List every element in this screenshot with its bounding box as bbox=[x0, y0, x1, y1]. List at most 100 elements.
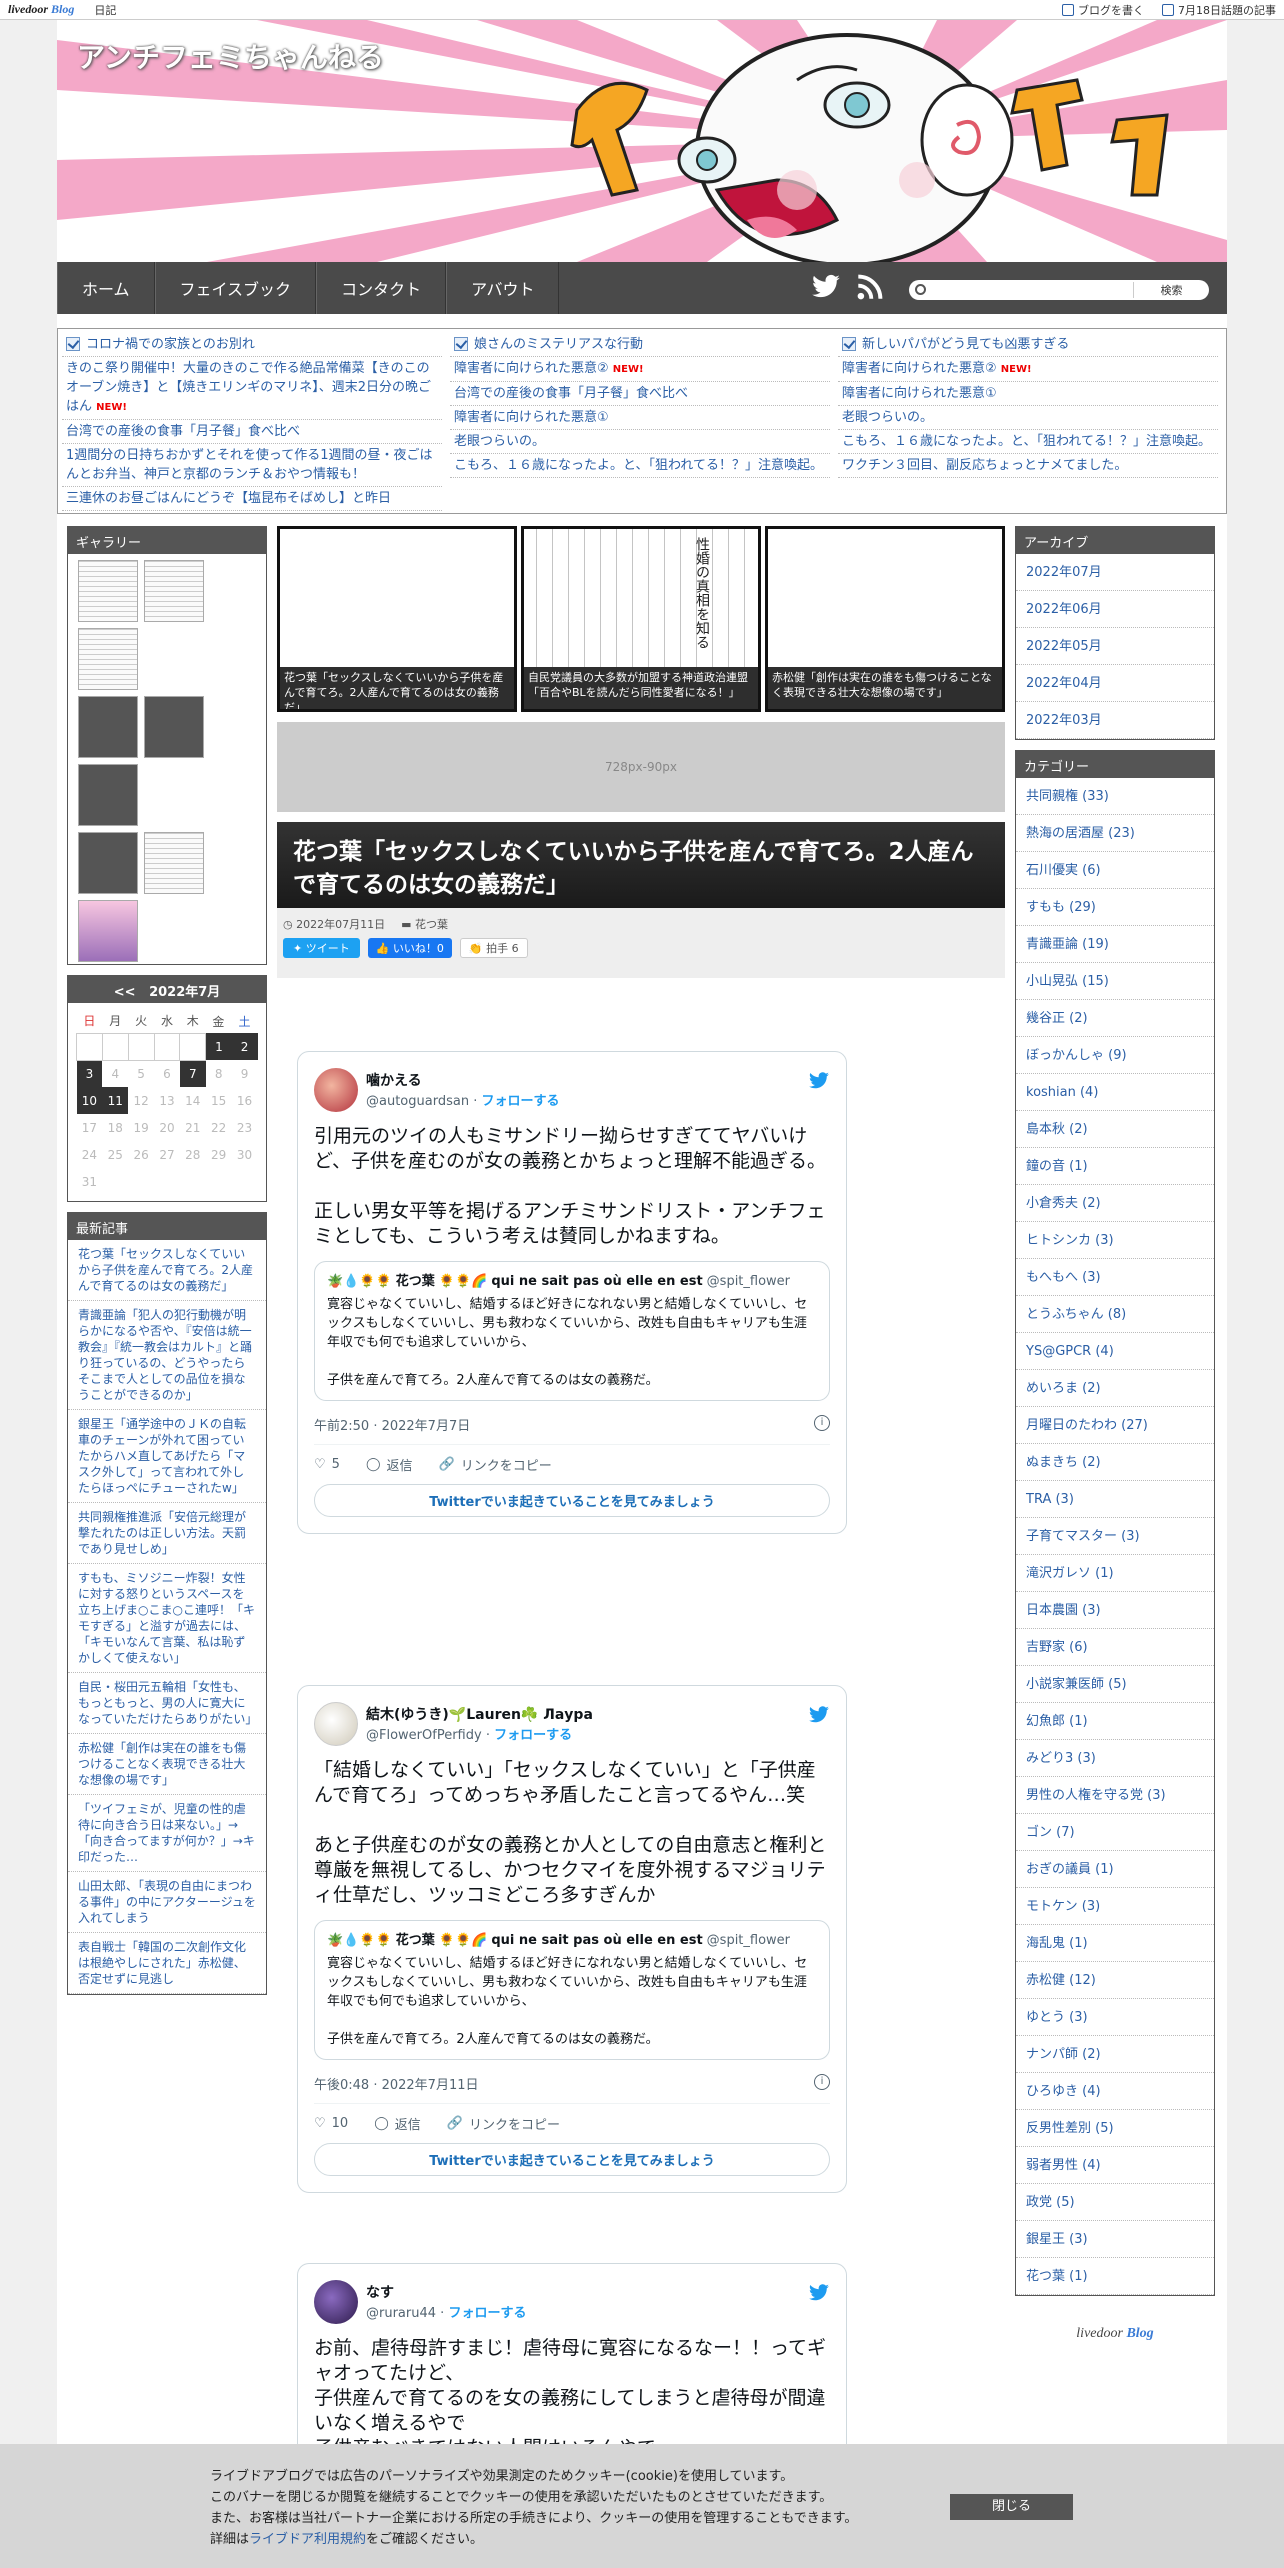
ticker-item[interactable]: 台湾での産後の食事「月子餐」食べ比べ bbox=[450, 382, 830, 406]
category-link[interactable]: 花つ葉 (1) bbox=[1016, 2258, 1214, 2295]
cookie-close-button[interactable]: 閉じる bbox=[950, 2494, 1073, 2520]
ticker-item[interactable]: 老眼つらいの。 bbox=[450, 430, 830, 454]
quoted-tweet[interactable]: 🪴💧🌻🌻 花つ葉 🌻🌻🌈 qui ne sait pas où elle en … bbox=[314, 1920, 830, 2060]
category-link[interactable]: 幾谷正 (2) bbox=[1016, 1000, 1214, 1037]
category-link[interactable]: TRA (3) bbox=[1016, 1481, 1214, 1518]
category-link[interactable]: モトケン (3) bbox=[1016, 1888, 1214, 1925]
calendar-day[interactable]: 7 bbox=[179, 1060, 206, 1087]
follow-button[interactable]: フォローする bbox=[481, 1094, 559, 1109]
category-link[interactable]: 弱者男性 (4) bbox=[1016, 2147, 1214, 2184]
category-link[interactable]: とうふちゃん (8) bbox=[1016, 1296, 1214, 1333]
calendar-day[interactable]: 3 bbox=[76, 1060, 103, 1087]
twitter-bird-icon[interactable] bbox=[808, 1706, 830, 1724]
tweet-button[interactable]: ✦ ツイート bbox=[283, 938, 360, 958]
category-link[interactable]: 政党 (5) bbox=[1016, 2184, 1214, 2221]
gallery-thumb[interactable] bbox=[144, 832, 204, 894]
rss-icon[interactable] bbox=[857, 274, 883, 300]
category-link[interactable]: 島本秋 (2) bbox=[1016, 1111, 1214, 1148]
category-link[interactable]: 銀星王 (3) bbox=[1016, 2221, 1214, 2258]
category-link[interactable]: 幻魚郎 (1) bbox=[1016, 1703, 1214, 1740]
archive-link[interactable]: 2022年03月 bbox=[1016, 702, 1214, 739]
topics-link[interactable]: 7月18日話題の記事 bbox=[1162, 2, 1276, 18]
ticker-item[interactable]: コロナ禍での家族とのお別れ bbox=[62, 333, 442, 357]
write-blog-link[interactable]: ブログを書く bbox=[1062, 2, 1144, 18]
nav-home[interactable]: ホーム bbox=[57, 262, 155, 314]
gallery-thumb[interactable] bbox=[78, 560, 138, 622]
ticker-item[interactable]: こもろ、１６歳になったよ。と、「狙われてる！？」注意喚起。 bbox=[838, 430, 1218, 454]
category-link[interactable]: もへもへ (3) bbox=[1016, 1259, 1214, 1296]
ticker-item[interactable]: こもろ、１６歳になったよ。と、「狙われてる！？」注意喚起。 bbox=[450, 454, 830, 478]
twitter-cta-button[interactable]: Twitterでいま起きていることを見てみましょう bbox=[314, 2143, 830, 2176]
category-link[interactable]: ゆとう (3) bbox=[1016, 1999, 1214, 2036]
recent-post-link[interactable]: 自民・桜田元五輪相「女性も、もっともっと、男の人に寛大になっていただけたらありが… bbox=[68, 1673, 266, 1734]
recent-post-link[interactable]: 青識亜論「犯人の犯行動機が明らかになるや否や、『安倍は統一教会』『統一教会はカル… bbox=[68, 1301, 266, 1410]
category-link[interactable]: 共同親権 (33) bbox=[1016, 778, 1214, 815]
ticker-item[interactable]: 台湾での産後の食事「月子餐」食べ比べ bbox=[62, 420, 442, 444]
archive-link[interactable]: 2022年07月 bbox=[1016, 554, 1214, 591]
category-link[interactable]: 熱海の居酒屋 (23) bbox=[1016, 815, 1214, 852]
category-link[interactable]: ゴン (7) bbox=[1016, 1814, 1214, 1851]
gallery-thumb[interactable] bbox=[78, 900, 138, 962]
tweet-author-handle[interactable]: @autoguardsan bbox=[366, 1094, 469, 1109]
reply-action[interactable]: ◯ 返信 bbox=[374, 2114, 421, 2133]
category-link[interactable]: 小山晃弘 (15) bbox=[1016, 963, 1214, 1000]
ticker-item[interactable]: 障害者に向けられた悪意② NEW! bbox=[450, 357, 830, 382]
category-link[interactable]: めいろま (2) bbox=[1016, 1370, 1214, 1407]
recent-post-link[interactable]: 表自戦士「韓国の二次創作文化は根絶やしにされた」赤松健、否定せずに見逃し bbox=[68, 1933, 266, 1994]
recent-post-link[interactable]: すもも、ミソジニー炸裂！女性に対する怒りというスペースを立ち上げま○こま○こ連呼… bbox=[68, 1564, 266, 1673]
tweet-author-name[interactable]: 噛かえる bbox=[366, 1072, 559, 1090]
gallery-thumb[interactable] bbox=[78, 696, 138, 758]
recent-post-link[interactable]: 共同親権推進派「安倍元総理が撃たれたのは正しい方法。天罰であり見せしめ」 bbox=[68, 1503, 266, 1564]
calendar-day[interactable]: 2 bbox=[231, 1033, 258, 1060]
gallery-thumb[interactable] bbox=[78, 628, 138, 690]
twitter-cta-button[interactable]: Twitterでいま起きていることを見てみましょう bbox=[314, 1484, 830, 1517]
featured-slide[interactable]: 赤松健「創作は実在の誰をも傷つけることなく表現できる壮大な想像の場です」 bbox=[765, 526, 1005, 712]
nav-facebook[interactable]: フェイスブック bbox=[154, 262, 317, 314]
category-link[interactable]: ぼっかんしゃ (9) bbox=[1016, 1037, 1214, 1074]
reply-action[interactable]: ◯ 返信 bbox=[366, 1455, 413, 1474]
nav-contact[interactable]: コンタクト bbox=[316, 262, 447, 314]
category-link[interactable]: koshian (4) bbox=[1016, 1074, 1214, 1111]
recent-post-link[interactable]: 「ツイフェミが、児童の性的虐待に向き合う日は来ない。」→「向き合ってますが何か？… bbox=[68, 1795, 266, 1872]
category-link[interactable]: 日本農園 (3) bbox=[1016, 1592, 1214, 1629]
archive-link[interactable]: 2022年04月 bbox=[1016, 665, 1214, 702]
category-link[interactable]: すもも (29) bbox=[1016, 889, 1214, 926]
tweet-author-handle[interactable]: @ruraru44 bbox=[366, 2306, 436, 2321]
tweet-author-handle[interactable]: @FlowerOfPerfidy bbox=[366, 1728, 482, 1743]
ticker-item[interactable]: 障害者に向けられた悪意② NEW! bbox=[838, 357, 1218, 382]
category-link[interactable]: 小倉秀夫 (2) bbox=[1016, 1185, 1214, 1222]
calendar-day[interactable]: 11 bbox=[102, 1087, 129, 1114]
avatar[interactable] bbox=[314, 1702, 358, 1746]
ticker-item[interactable]: 娘さんのミステリアスな行動 bbox=[450, 333, 830, 357]
avatar[interactable] bbox=[314, 1068, 358, 1112]
livedoor-blog-logo[interactable]: livedoor Blog bbox=[1015, 2326, 1215, 2342]
category-link[interactable]: 赤松健 (12) bbox=[1016, 1962, 1214, 1999]
featured-slide[interactable]: 性婚の真相を知る 自民党議員の大多数が加盟する神道政治連盟「百合やBLを読んだら… bbox=[521, 526, 761, 712]
tweet-timestamp[interactable]: 午前2:50 · 2022年7月7日 bbox=[314, 1419, 470, 1434]
twitter-icon[interactable] bbox=[811, 274, 841, 300]
category-link[interactable]: 月曜日のたわわ (27) bbox=[1016, 1407, 1214, 1444]
calendar-day[interactable]: 10 bbox=[76, 1087, 103, 1114]
info-icon[interactable]: i bbox=[814, 2074, 830, 2090]
tweet-timestamp[interactable]: 午後0:48 · 2022年7月11日 bbox=[314, 2078, 479, 2093]
tweet-author-name[interactable]: 結木(ゆうき)🌱Lauren☘️ Лаура bbox=[366, 1706, 593, 1724]
tweet-author-name[interactable]: なす bbox=[366, 2284, 526, 2302]
gallery-thumb[interactable] bbox=[78, 764, 138, 826]
category-link[interactable]: 反男性差別 (5) bbox=[1016, 2110, 1214, 2147]
recent-post-link[interactable]: 銀星王「通学途中のＪＫの自転車のチェーンが外れて困っていたからハメ直してあげたら… bbox=[68, 1410, 266, 1503]
ticker-item[interactable]: 老眼つらいの。 bbox=[838, 406, 1218, 430]
clap-button[interactable]: 👏 拍手 6 bbox=[459, 938, 528, 958]
category-link[interactable]: 鐘の音 (1) bbox=[1016, 1148, 1214, 1185]
ad-placeholder[interactable]: 728px-90px bbox=[277, 722, 1005, 812]
follow-button[interactable]: フォローする bbox=[494, 1728, 572, 1743]
archive-link[interactable]: 2022年06月 bbox=[1016, 591, 1214, 628]
follow-button[interactable]: フォローする bbox=[448, 2306, 526, 2321]
category-link[interactable]: 吉野家 (6) bbox=[1016, 1629, 1214, 1666]
ticker-item[interactable]: 障害者に向けられた悪意① bbox=[450, 406, 830, 430]
twitter-bird-icon[interactable] bbox=[808, 2284, 830, 2302]
category-link[interactable]: 小説家兼医師 (5) bbox=[1016, 1666, 1214, 1703]
category-link[interactable]: 海乱鬼 (1) bbox=[1016, 1925, 1214, 1962]
recent-post-link[interactable]: 山田太郎、「表現の自由にまつわる事件」の中にアクターージュを入れてしまう bbox=[68, 1872, 266, 1933]
category-link[interactable]: みどり3 (3) bbox=[1016, 1740, 1214, 1777]
category-link[interactable]: 子育てマスター (3) bbox=[1016, 1518, 1214, 1555]
